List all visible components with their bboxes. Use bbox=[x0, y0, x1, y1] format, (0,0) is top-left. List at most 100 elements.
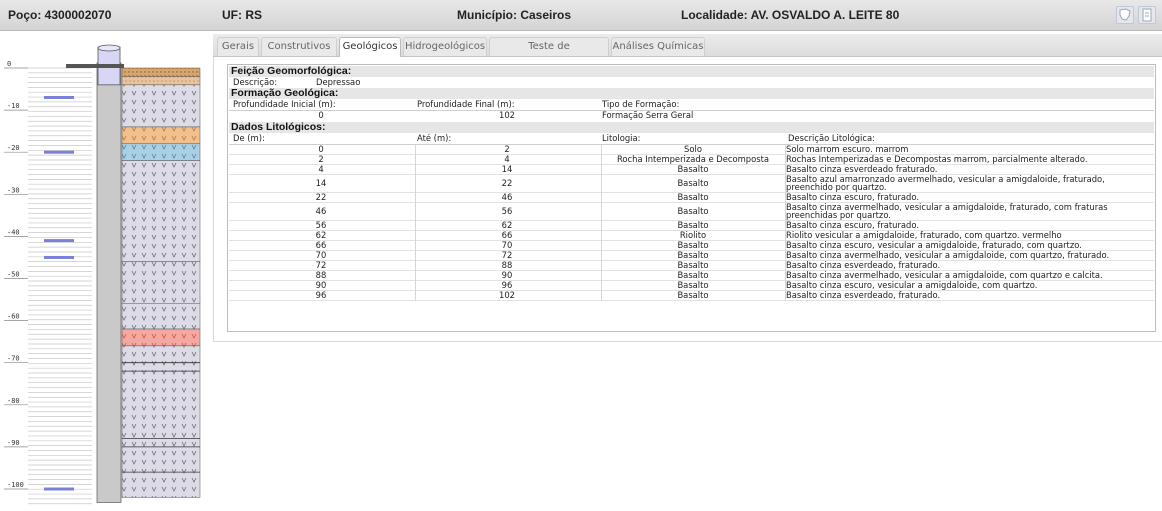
column-divider bbox=[601, 221, 602, 231]
casing-top bbox=[97, 44, 121, 52]
depth-label: -40 bbox=[7, 228, 20, 236]
lithology-layer bbox=[121, 261, 201, 305]
formacao-prof-final: 102 bbox=[499, 110, 515, 120]
header-ate: Até (m): bbox=[417, 133, 452, 143]
cell-ate: 2 bbox=[504, 144, 510, 154]
cell-de: 14 bbox=[315, 178, 327, 188]
well-profile-diagram: 0 -10 -20 -30 -40 -50 -60 -70 -80 -90 -100 bbox=[4, 44, 201, 505]
tab-geologicos[interactable]: Geológicos bbox=[339, 37, 401, 57]
cell-descricao: Riolito vesicular a amigdaloide, fratura… bbox=[786, 230, 1062, 240]
column-divider bbox=[415, 203, 416, 221]
cell-de: 22 bbox=[315, 192, 327, 202]
cell-descricao: Basalto cinza avermelhado, vesicular a a… bbox=[786, 270, 1103, 280]
cell-ate: 22 bbox=[501, 178, 513, 188]
depth-label: -90 bbox=[7, 439, 20, 447]
well-profile: 0 -10 -20 -30 -40 -50 -60 -70 -80 -90 -100 bbox=[0, 35, 210, 507]
section-geomorfologica-title: Feição Geomorfológica: bbox=[229, 66, 1154, 77]
cell-de: 4 bbox=[318, 164, 324, 174]
water-level-mark bbox=[44, 239, 74, 243]
well-id: Poço: 4300002070 bbox=[8, 8, 112, 22]
cell-ate: 88 bbox=[501, 260, 513, 270]
lithology-layer bbox=[121, 143, 201, 161]
cell-de: 96 bbox=[315, 290, 327, 300]
cell-ate: 72 bbox=[501, 250, 513, 260]
cell-descricao: Basalto cinza escuro, vesicular a amigda… bbox=[786, 240, 1082, 250]
cell-litologia: Basalto bbox=[677, 290, 709, 300]
header-prof-final: Profundidade Final (m): bbox=[417, 99, 515, 109]
cell-litologia: Solo bbox=[684, 144, 702, 154]
cell-descricao: Basalto cinza escuro, fraturado. bbox=[786, 220, 919, 230]
column-divider bbox=[601, 241, 602, 251]
cell-litologia: Basalto bbox=[677, 164, 709, 174]
uf-label: UF: RS bbox=[222, 8, 262, 22]
depth-label: -70 bbox=[7, 355, 20, 363]
well-header-bar: Poço: 4300002070 UF: RS Município: Casei… bbox=[0, 0, 1162, 31]
tab-teste-bombeamento[interactable]: Teste de Bombeamento bbox=[489, 37, 609, 70]
lithology-layer bbox=[121, 84, 201, 128]
well-bore bbox=[96, 62, 122, 503]
cell-ate: 62 bbox=[501, 220, 513, 230]
water-level-mark bbox=[44, 255, 74, 259]
table-row: 46 56 Basalto Basalto cinza avermelhado, ve… bbox=[229, 203, 1154, 221]
column-divider bbox=[601, 251, 602, 261]
lithology-layer bbox=[121, 67, 201, 77]
lithology-layer bbox=[121, 76, 201, 86]
column-divider bbox=[601, 175, 602, 193]
geology-content: Feição Geomorfológica: Descrição: Depres… bbox=[227, 64, 1156, 332]
cell-litologia: Basalto bbox=[677, 240, 709, 250]
column-divider bbox=[785, 175, 786, 193]
column-divider bbox=[415, 175, 416, 193]
tab-construtivos[interactable]: Construtivos bbox=[261, 37, 337, 56]
cell-litologia: Basalto bbox=[677, 270, 709, 280]
column-divider bbox=[415, 241, 416, 251]
cell-litologia: Basalto bbox=[677, 206, 709, 216]
cell-descricao: Basalto cinza avermelhado, vesicular a a… bbox=[786, 250, 1110, 260]
tab-gerais[interactable]: Gerais bbox=[217, 37, 259, 56]
table-row: 96 102 Basalto Basalto cinza esverdeado, fr… bbox=[229, 291, 1154, 301]
document-icon[interactable] bbox=[1138, 6, 1156, 24]
column-divider bbox=[601, 165, 602, 175]
tab-analises-quimicas[interactable]: Análises Químicas bbox=[611, 37, 705, 56]
column-divider bbox=[601, 193, 602, 203]
cell-descricao-cont: preenchido por quartzo. bbox=[786, 182, 887, 192]
cell-de: 46 bbox=[315, 206, 327, 216]
cell-descricao: Solo marrom escuro. marrom bbox=[786, 144, 909, 154]
column-divider bbox=[601, 281, 602, 291]
column-divider bbox=[601, 155, 602, 165]
column-divider bbox=[601, 203, 602, 221]
cell-de: 70 bbox=[315, 250, 327, 260]
cell-descricao: Basalto cinza esverdeado, fraturado. bbox=[786, 260, 941, 270]
water-level-mark bbox=[44, 150, 74, 154]
table-row: 14 22 Basalto Basalto azul amarronzado aver… bbox=[229, 175, 1154, 193]
depth-label: -10 bbox=[7, 102, 20, 110]
column-divider bbox=[415, 165, 416, 175]
column-divider bbox=[601, 261, 602, 271]
formacao-tipo: Formação Serra Geral bbox=[602, 110, 694, 120]
depth-label: -80 bbox=[7, 397, 20, 405]
header-tipo-formacao: Tipo de Formação: bbox=[602, 99, 680, 109]
column-divider bbox=[601, 271, 602, 281]
cell-ate: 66 bbox=[501, 230, 513, 240]
depth-label: -50 bbox=[7, 271, 20, 279]
tab-hidrogeologicos[interactable]: Hidrogeológicos bbox=[403, 37, 487, 56]
cell-litologia: Basalto bbox=[677, 250, 709, 260]
lithology-layer bbox=[121, 345, 201, 498]
lithology-layer bbox=[121, 328, 201, 347]
column-divider bbox=[415, 261, 416, 271]
cell-litologia: Basalto bbox=[677, 280, 709, 290]
localidade-label: Localidade: AV. OSVALDO A. LEITE 80 bbox=[681, 8, 900, 22]
cell-ate: 56 bbox=[501, 206, 513, 216]
cell-ate: 102 bbox=[499, 290, 515, 300]
column-divider bbox=[415, 231, 416, 241]
formacao-row: 0 102 Formação Serra Geral bbox=[229, 111, 1154, 121]
cell-de: 56 bbox=[315, 220, 327, 230]
header-de: De (m): bbox=[233, 133, 265, 143]
map-icon[interactable] bbox=[1116, 6, 1134, 24]
surface-slab bbox=[66, 64, 124, 68]
cell-litologia: Basalto bbox=[677, 220, 709, 230]
depth-label: -60 bbox=[7, 313, 20, 321]
cell-de: 72 bbox=[315, 260, 327, 270]
cell-descricao: Rochas Intemperizadas e Decompostas marr… bbox=[786, 154, 1088, 164]
cell-ate: 46 bbox=[501, 192, 513, 202]
tab-bar: Gerais Construtivos Geológicos Hidrogeol… bbox=[213, 34, 1162, 70]
